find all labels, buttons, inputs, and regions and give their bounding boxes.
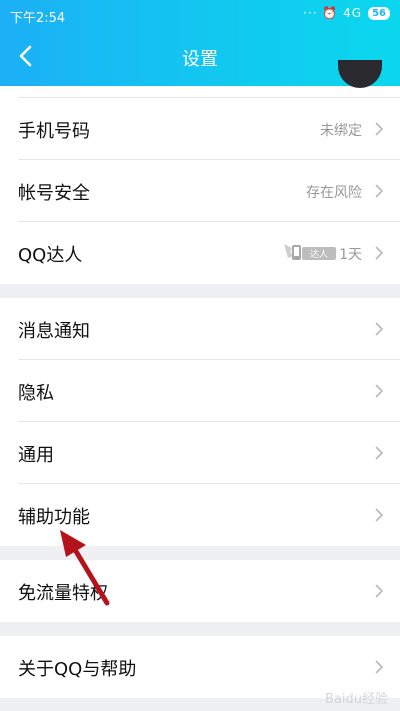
battery-icon: 56 bbox=[368, 6, 390, 20]
row-label: 手机号码 bbox=[18, 121, 90, 142]
chevron-right-icon bbox=[375, 446, 384, 460]
chevron-right-icon bbox=[375, 122, 384, 136]
row-label: 辅助功能 bbox=[18, 507, 90, 528]
row-label: 帐号安全 bbox=[18, 183, 90, 204]
status-indicators: ··· ⏰ 4G 56 bbox=[303, 6, 390, 20]
row-label: 免流量特权 bbox=[18, 583, 108, 604]
row-label: 消息通知 bbox=[18, 321, 90, 342]
row-value: 存在风险 bbox=[306, 185, 362, 201]
row-label: QQ达人 bbox=[18, 245, 83, 266]
status-icons: ··· ⏰ 4G bbox=[303, 6, 363, 20]
row-account-security[interactable]: 帐号安全 存在风险 bbox=[0, 160, 400, 222]
status-time: 下午2:54 bbox=[10, 11, 66, 26]
chevron-right-icon bbox=[375, 322, 384, 336]
row-qq-daren[interactable]: QQ达人 达人 1天 bbox=[0, 222, 400, 284]
daren-badge-icon: 达人 bbox=[284, 244, 336, 260]
chevron-right-icon bbox=[375, 184, 384, 198]
row-general[interactable]: 通用 bbox=[0, 422, 400, 484]
row-label: 隐私 bbox=[18, 383, 54, 404]
row-privacy[interactable]: 隐私 bbox=[0, 360, 400, 422]
row-value: 未绑定 bbox=[320, 123, 362, 139]
row-label: 通用 bbox=[18, 445, 54, 466]
status-bar: 下午2:54 ··· ⏰ 4G 56 bbox=[0, 0, 400, 28]
chevron-right-icon bbox=[375, 384, 384, 398]
chevron-right-icon bbox=[375, 508, 384, 522]
row-accessibility[interactable]: 辅助功能 bbox=[0, 484, 400, 546]
watermark: Baidu经验 bbox=[325, 692, 388, 707]
row-data-free[interactable]: 免流量特权 bbox=[0, 560, 400, 622]
row-label: 关于QQ与帮助 bbox=[18, 659, 137, 680]
row-notifications[interactable]: 消息通知 bbox=[0, 298, 400, 360]
navbar: 设置 bbox=[0, 28, 400, 86]
partial-row bbox=[0, 86, 400, 98]
chevron-right-icon bbox=[375, 246, 384, 260]
badge-text: 达人 bbox=[310, 248, 328, 260]
row-value: 1天 bbox=[339, 247, 362, 263]
chevron-right-icon bbox=[375, 660, 384, 674]
chevron-right-icon bbox=[375, 584, 384, 598]
row-phone-number[interactable]: 手机号码 未绑定 bbox=[0, 98, 400, 160]
